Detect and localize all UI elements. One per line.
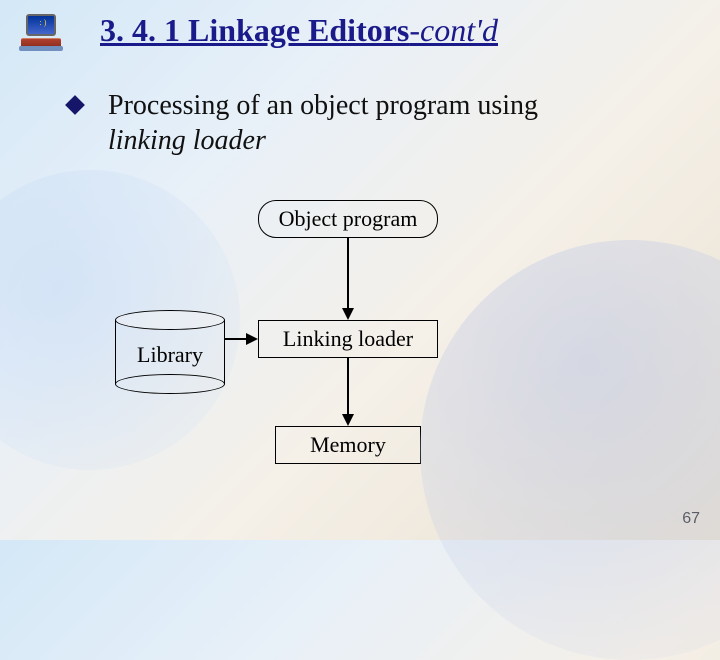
computer-icon: : ) [16, 14, 66, 52]
arrow-head-down-icon [342, 414, 354, 426]
arrow-loader-to-memory [347, 358, 349, 416]
slide-title: 3. 4. 1 Linkage Editors-cont'd [100, 12, 498, 49]
object-program-label: Object program [279, 206, 418, 232]
memory-label: Memory [310, 432, 386, 458]
bullet-emphasis: linking loader [108, 125, 266, 156]
title-section-number: 3. 4. 1 [100, 12, 180, 48]
memory-node: Memory [275, 426, 421, 464]
library-node: Library [115, 310, 225, 394]
diamond-bullet-icon [65, 95, 85, 115]
library-label: Library [115, 342, 225, 368]
page-number: 67 [682, 510, 700, 528]
linking-loader-diagram: Object program Linking loader Memory Lib… [0, 0, 720, 540]
title-main: Linkage Editors [188, 12, 409, 48]
arrow-head-down-icon [342, 308, 354, 320]
bullet-lead: Processing of an object program using [108, 90, 538, 121]
bullet-item: Processing of an object program using li… [68, 88, 668, 158]
arrow-object-to-loader [347, 238, 349, 310]
arrow-head-right-icon [246, 333, 258, 345]
object-program-node: Object program [258, 200, 438, 238]
title-suffix: -cont'd [409, 12, 498, 48]
linking-loader-label: Linking loader [283, 326, 413, 352]
bullet-text: Processing of an object program using li… [108, 88, 668, 158]
arrow-library-to-loader [225, 338, 247, 340]
linking-loader-node: Linking loader [258, 320, 438, 358]
